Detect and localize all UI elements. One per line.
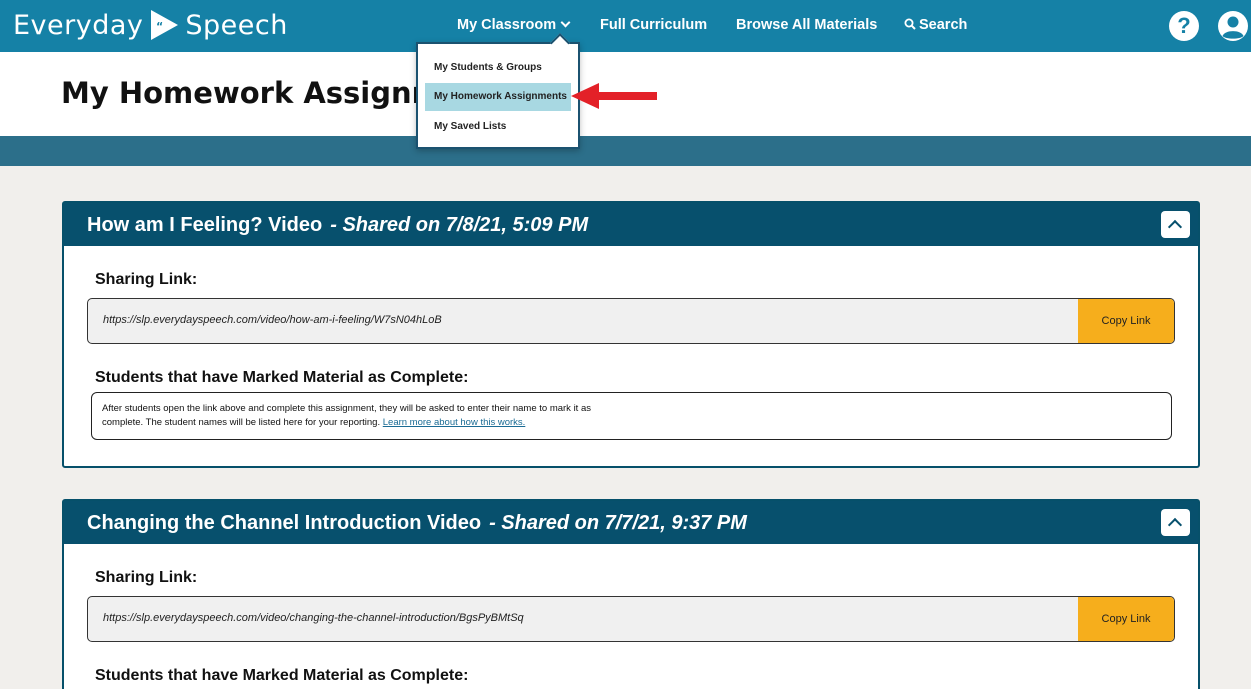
nav-browse-all-materials[interactable]: Browse All Materials: [736, 17, 877, 33]
assignment-card-header[interactable]: Changing the Channel Introduction Video -…: [64, 501, 1198, 544]
user-account-icon[interactable]: [1217, 10, 1249, 42]
collapse-button[interactable]: [1161, 509, 1190, 536]
assignment-title: Changing the Channel Introduction Video -…: [87, 512, 747, 535]
nav-search-label: Search: [919, 17, 968, 33]
nav-search[interactable]: Search: [904, 17, 967, 33]
assignment-title: How am I Feeling? Video - Shared on 7/8/2…: [87, 214, 588, 237]
assignment-card: How am I Feeling? Video - Shared on 7/8/2…: [62, 201, 1200, 468]
nav-my-classroom-label: My Classroom: [457, 17, 557, 33]
everyday-speech-logo[interactable]: Everyday “ Speech: [13, 7, 288, 43]
chevron-down-icon: [560, 17, 571, 28]
sharing-link-label: Sharing Link:: [95, 271, 198, 288]
assignment-name: Changing the Channel Introduction Video: [87, 512, 482, 534]
play-quote-logo-icon: “: [151, 10, 179, 40]
sharing-link-url[interactable]: https://slp.everydayspeech.com/video/cha…: [103, 612, 524, 624]
info-text-line-2: complete. The student names will be list…: [102, 417, 381, 428]
help-icon[interactable]: ?: [1169, 11, 1199, 41]
students-complete-label: Students that have Marked Material as Co…: [95, 667, 469, 684]
assignment-card: Changing the Channel Introduction Video -…: [62, 499, 1200, 689]
svg-text:“: “: [156, 20, 164, 33]
top-nav: Everyday “ Speech My Classroom Full Curr…: [0, 0, 1251, 52]
chevron-up-icon: [1167, 517, 1183, 533]
assignment-name: How am I Feeling? Video: [87, 214, 323, 236]
sharing-link-label: Sharing Link:: [95, 569, 198, 586]
dropdown-item-students-groups[interactable]: My Students & Groups: [425, 54, 571, 82]
sub-header-band: [0, 136, 1251, 166]
nav-full-curriculum[interactable]: Full Curriculum: [600, 17, 707, 33]
nav-my-classroom[interactable]: My Classroom: [457, 17, 571, 33]
info-text-line-1: After students open the link above and c…: [102, 403, 591, 414]
copy-link-button[interactable]: Copy Link: [1078, 299, 1174, 343]
brand-name-right: Speech: [185, 9, 288, 41]
sharing-link-url[interactable]: https://slp.everydayspeech.com/video/how…: [103, 314, 442, 326]
assignment-shared-date: - Shared on 7/7/21, 9:37 PM: [489, 512, 747, 534]
dropdown-item-saved-lists[interactable]: My Saved Lists: [425, 113, 571, 141]
info-text-line-2-wrap: complete. The student names will be list…: [102, 416, 1161, 430]
search-icon: [904, 18, 916, 30]
assignment-card-header[interactable]: How am I Feeling? Video - Shared on 7/8/2…: [64, 203, 1198, 246]
chevron-up-icon: [1167, 219, 1183, 235]
assignment-shared-date: - Shared on 7/8/21, 5:09 PM: [330, 214, 589, 236]
sharing-link-field[interactable]: https://slp.everydayspeech.com/video/cha…: [87, 596, 1175, 642]
dropdown-item-homework-assignments[interactable]: My Homework Assignments: [425, 83, 571, 111]
sharing-link-field[interactable]: https://slp.everydayspeech.com/video/how…: [87, 298, 1175, 344]
collapse-button[interactable]: [1161, 211, 1190, 238]
students-complete-info: After students open the link above and c…: [91, 392, 1172, 440]
red-arrow-icon: [571, 83, 657, 109]
my-classroom-dropdown: My Students & Groups My Homework Assignm…: [416, 42, 580, 149]
brand-name-left: Everyday: [13, 9, 144, 41]
copy-link-button[interactable]: Copy Link: [1078, 597, 1174, 641]
students-complete-label: Students that have Marked Material as Co…: [95, 369, 469, 386]
learn-more-link[interactable]: Learn more about how this works.: [383, 417, 526, 428]
